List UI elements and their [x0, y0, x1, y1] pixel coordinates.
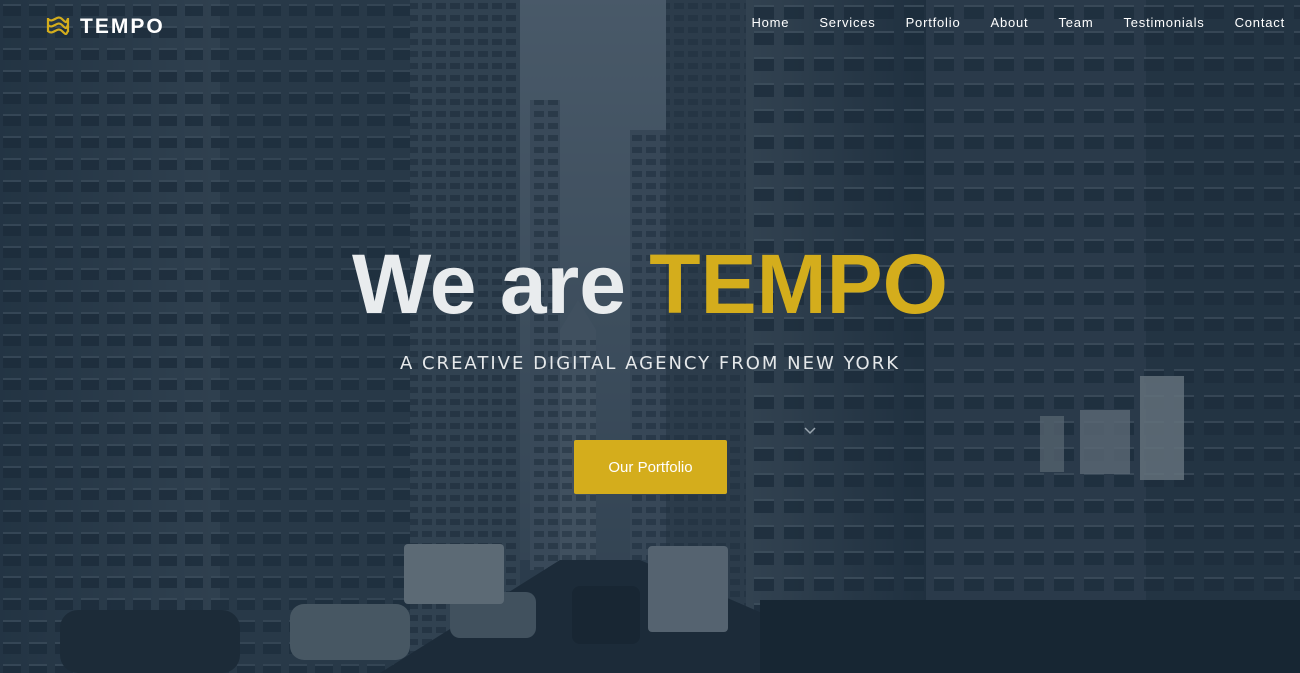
nav-item-about[interactable]: About: [975, 14, 1043, 32]
brand-logo[interactable]: TEMPO: [46, 14, 165, 40]
our-portfolio-button[interactable]: Our Portfolio: [574, 440, 727, 494]
hero-tagline: A CREATIVE DIGITAL AGENCY FROM NEW YORK: [399, 353, 901, 374]
brand-name: TEMPO: [80, 15, 165, 38]
chevron-down-icon: [803, 423, 817, 441]
nav-item-team[interactable]: Team: [1043, 14, 1108, 32]
main-nav: Home Services Portfolio About Team Testi…: [736, 14, 1285, 32]
dark-overlay: [0, 0, 1300, 673]
hero-section: TEMPO Home Services Portfolio About Team…: [0, 0, 1300, 673]
nav-item-portfolio[interactable]: Portfolio: [891, 14, 976, 32]
wave-flag-icon: [46, 15, 70, 40]
headline-prefix: We are: [352, 237, 626, 331]
nav-item-services[interactable]: Services: [804, 14, 890, 32]
nav-item-testimonials[interactable]: Testimonials: [1108, 14, 1219, 32]
headline-accent: TEMPO: [649, 237, 948, 331]
hero-headline: We are TEMPO: [0, 236, 1300, 332]
nav-item-home[interactable]: Home: [736, 14, 804, 32]
nav-item-contact[interactable]: Contact: [1220, 14, 1285, 32]
